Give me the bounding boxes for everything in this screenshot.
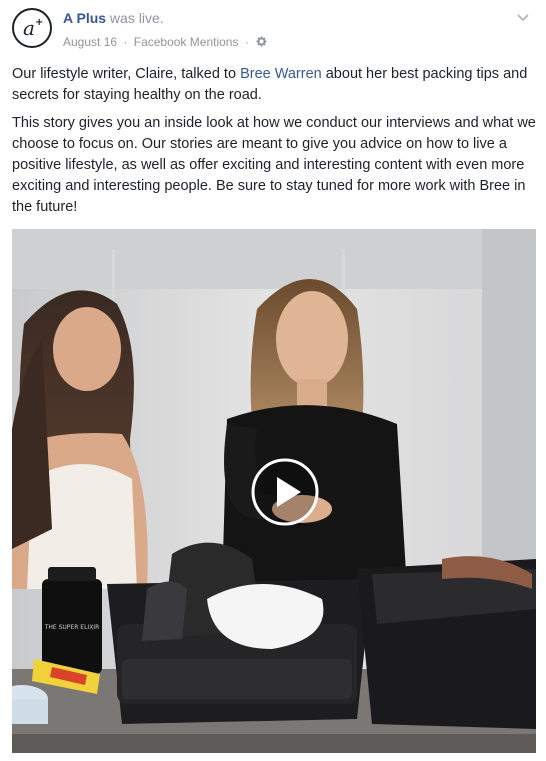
a-plus-logo-icon: a + xyxy=(23,16,43,40)
gear-icon[interactable] xyxy=(256,36,267,47)
svg-text:a: a xyxy=(23,16,35,40)
facebook-post: a + A Plus was live. August 16 · Faceboo… xyxy=(0,0,546,761)
post-paragraph-1: Our lifestyle writer, Claire, talked to … xyxy=(12,64,537,106)
post-paragraph-2: This story gives you an inside look at h… xyxy=(12,115,536,215)
paragraph-text: Our lifestyle writer, Claire, talked to xyxy=(12,66,241,82)
video-player[interactable]: THE SUPER ELIXIR xyxy=(12,229,536,753)
svg-text:+: + xyxy=(35,17,43,28)
post-header: a + A Plus was live. August 16 · Faceboo… xyxy=(12,8,534,56)
post-action-text: was live. xyxy=(106,10,164,26)
bree-warren-link[interactable]: Bree Warren xyxy=(240,66,322,82)
product-label: THE SUPER ELIXIR xyxy=(44,624,100,631)
post-date-link[interactable]: August 16 xyxy=(63,34,117,50)
page-name-link[interactable]: A Plus xyxy=(63,10,106,26)
post-body: Our lifestyle writer, Claire, talked to … xyxy=(12,64,537,225)
post-title-line: A Plus was live. xyxy=(63,9,164,27)
page-avatar[interactable]: a + xyxy=(12,8,52,48)
meta-separator: · xyxy=(123,34,128,49)
meta-separator: · xyxy=(244,34,249,49)
chevron-down-icon[interactable] xyxy=(516,10,530,24)
play-icon[interactable] xyxy=(250,457,320,527)
post-meta: August 16 · Facebook Mentions · xyxy=(63,33,267,50)
source-link[interactable]: Facebook Mentions xyxy=(134,34,239,50)
